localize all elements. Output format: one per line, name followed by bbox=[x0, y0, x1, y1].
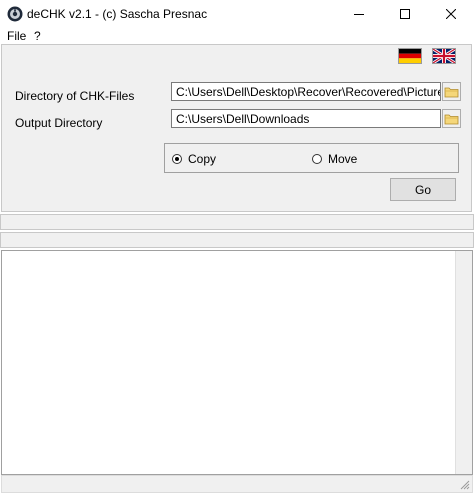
status-strip-2 bbox=[0, 232, 474, 248]
output-directory-browse-button[interactable] bbox=[442, 109, 461, 128]
menu-file[interactable]: File bbox=[7, 29, 26, 43]
status-bar bbox=[1, 475, 473, 493]
copy-radio-indicator bbox=[172, 154, 182, 164]
output-directory-label: Output Directory bbox=[15, 116, 103, 130]
mode-group: Copy Move bbox=[164, 143, 459, 173]
german-flag-icon bbox=[399, 49, 421, 63]
english-flag-button[interactable] bbox=[432, 48, 456, 64]
log-textarea[interactable] bbox=[1, 250, 473, 475]
chk-directory-browse-button[interactable] bbox=[442, 82, 461, 101]
move-radio-indicator bbox=[312, 154, 322, 164]
maximize-button[interactable] bbox=[382, 0, 428, 28]
move-radio[interactable]: Move bbox=[312, 152, 357, 166]
folder-icon bbox=[444, 114, 459, 125]
window-title: deCHK v2.1 - (c) Sascha Presnac bbox=[27, 7, 208, 21]
resize-grip-icon[interactable] bbox=[458, 478, 470, 490]
minimize-icon bbox=[354, 14, 364, 15]
vertical-scrollbar[interactable] bbox=[455, 251, 472, 474]
menu-bar: File ? bbox=[0, 28, 474, 44]
close-icon bbox=[446, 9, 456, 19]
chk-directory-field[interactable]: C:\Users\Dell\Desktop\Recover\Recovered\… bbox=[171, 82, 441, 101]
copy-radio[interactable]: Copy bbox=[172, 152, 216, 166]
output-directory-field[interactable]: C:\Users\Dell\Downloads bbox=[171, 109, 441, 128]
move-radio-label: Move bbox=[328, 152, 358, 166]
german-flag-button[interactable] bbox=[398, 48, 422, 64]
folder-icon bbox=[444, 87, 459, 98]
go-button[interactable]: Go bbox=[390, 178, 456, 201]
status-strip-1 bbox=[0, 214, 474, 230]
settings-panel: Directory of CHK-Files C:\Users\Dell\Des… bbox=[1, 44, 472, 212]
app-icon bbox=[7, 6, 23, 22]
close-button[interactable] bbox=[428, 0, 474, 28]
english-flag-icon bbox=[433, 49, 455, 63]
title-bar: deCHK v2.1 - (c) Sascha Presnac bbox=[0, 0, 474, 28]
menu-help[interactable]: ? bbox=[34, 29, 41, 43]
chk-directory-label: Directory of CHK-Files bbox=[15, 89, 135, 103]
maximize-icon bbox=[400, 9, 410, 19]
minimize-button[interactable] bbox=[336, 0, 382, 28]
copy-radio-label: Copy bbox=[188, 152, 217, 166]
